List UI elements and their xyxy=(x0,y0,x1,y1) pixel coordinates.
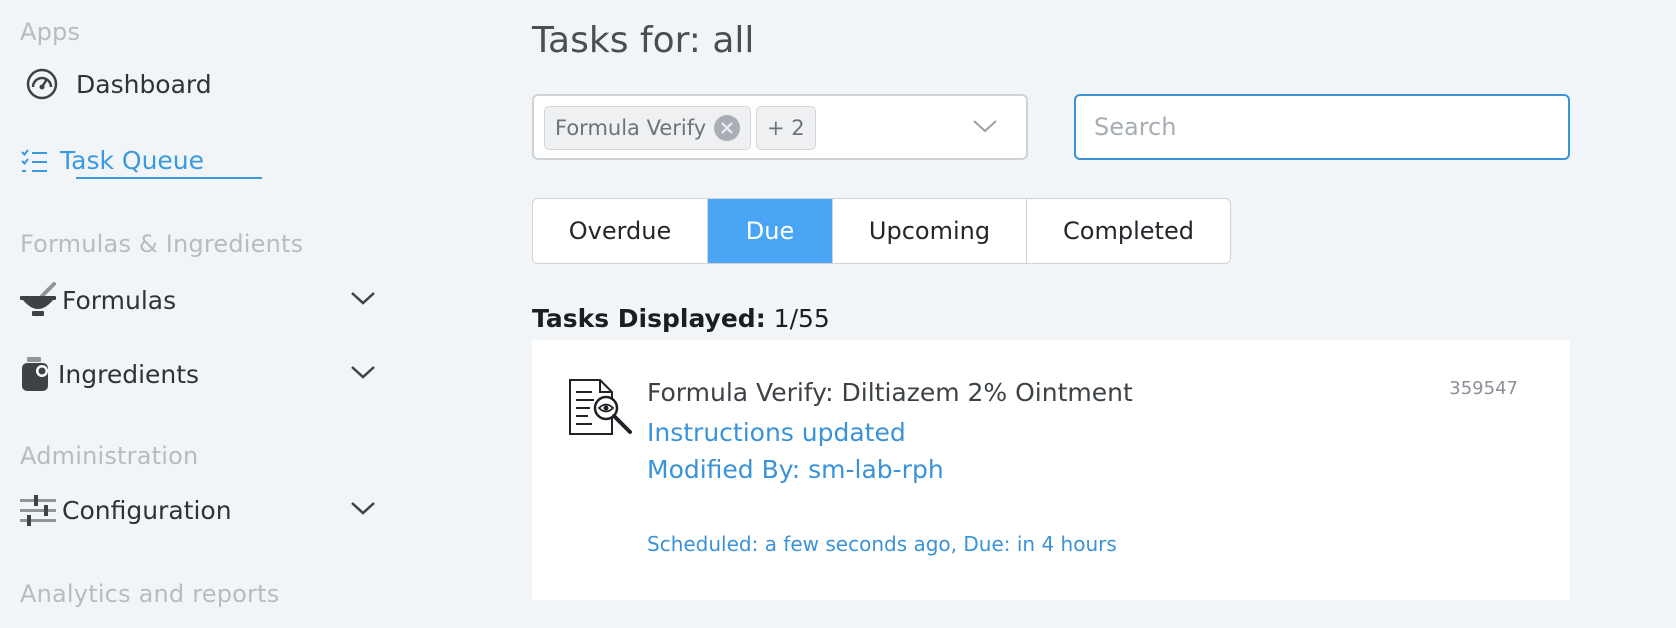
filter-chip-label: Formula Verify xyxy=(555,116,707,140)
task-title: Formula Verify: Diltiazem 2% Ointment xyxy=(647,378,1133,407)
search-input[interactable] xyxy=(1074,94,1570,160)
main-content: Tasks for: all Formula Verify + 2 Overdu… xyxy=(532,0,1676,628)
task-card[interactable]: Formula Verify: Diltiazem 2% Ointment In… xyxy=(532,340,1570,600)
task-subtitle: Instructions updated xyxy=(647,418,906,447)
tab-completed[interactable]: Completed xyxy=(1027,199,1230,263)
remove-chip-icon[interactable] xyxy=(714,115,741,141)
sliders-icon xyxy=(20,494,56,526)
sidebar-item-formulas[interactable]: Formulas xyxy=(20,282,380,318)
document-inspect-icon xyxy=(568,378,634,442)
sidebar: Apps Dashboard Task Queue Formulas & Ing… xyxy=(0,0,400,628)
sidebar-item-label: Ingredients xyxy=(58,359,200,389)
sidebar-section-analytics: Analytics and reports xyxy=(20,580,280,608)
sidebar-item-label: Dashboard xyxy=(76,69,212,99)
dashboard-icon xyxy=(26,68,58,100)
active-indicator xyxy=(76,177,262,179)
sidebar-section-administration: Administration xyxy=(20,442,199,470)
chevron-down-icon[interactable] xyxy=(350,290,376,310)
medicine-bottle-icon xyxy=(20,356,50,392)
tab-upcoming[interactable]: Upcoming xyxy=(833,199,1027,263)
sidebar-section-apps: Apps xyxy=(20,18,81,46)
tab-due[interactable]: Due xyxy=(708,199,833,263)
sidebar-item-label: Formulas xyxy=(62,285,177,315)
task-modified-by: Modified By: sm-lab-rph xyxy=(647,455,944,484)
app-root: Apps Dashboard Task Queue Formulas & Ing… xyxy=(0,0,1676,628)
sidebar-section-formulas-ingredients: Formulas & Ingredients xyxy=(20,230,304,258)
task-id: 359547 xyxy=(1449,378,1518,399)
sidebar-item-label: Configuration xyxy=(62,495,232,525)
sidebar-item-dashboard[interactable]: Dashboard xyxy=(26,68,212,100)
chevron-down-icon[interactable] xyxy=(350,364,376,384)
task-status-tabs: Overdue Due Upcoming Completed xyxy=(532,198,1231,264)
tasks-displayed-count: 1/55 xyxy=(773,304,830,333)
tab-overdue[interactable]: Overdue xyxy=(533,199,708,263)
sidebar-item-task-queue[interactable]: Task Queue xyxy=(20,146,204,175)
sidebar-item-configuration[interactable]: Configuration xyxy=(20,494,380,526)
page-title: Tasks for: all xyxy=(532,20,755,61)
filter-chip: Formula Verify xyxy=(544,106,752,150)
tasks-displayed-label: Tasks Displayed: xyxy=(532,304,766,333)
mortar-pestle-icon xyxy=(20,282,56,318)
checklist-icon xyxy=(20,147,48,175)
chevron-down-icon[interactable] xyxy=(350,500,376,520)
task-schedule: Scheduled: a few seconds ago, Due: in 4 … xyxy=(647,532,1117,556)
more-filters-chip[interactable]: + 2 xyxy=(756,106,816,150)
chevron-down-icon[interactable] xyxy=(972,118,998,138)
sidebar-item-label: Task Queue xyxy=(60,146,205,175)
tasks-displayed: Tasks Displayed: 1/55 xyxy=(532,304,830,333)
task-type-filter[interactable]: Formula Verify + 2 xyxy=(532,94,1028,160)
sidebar-item-ingredients[interactable]: Ingredients xyxy=(20,356,380,392)
